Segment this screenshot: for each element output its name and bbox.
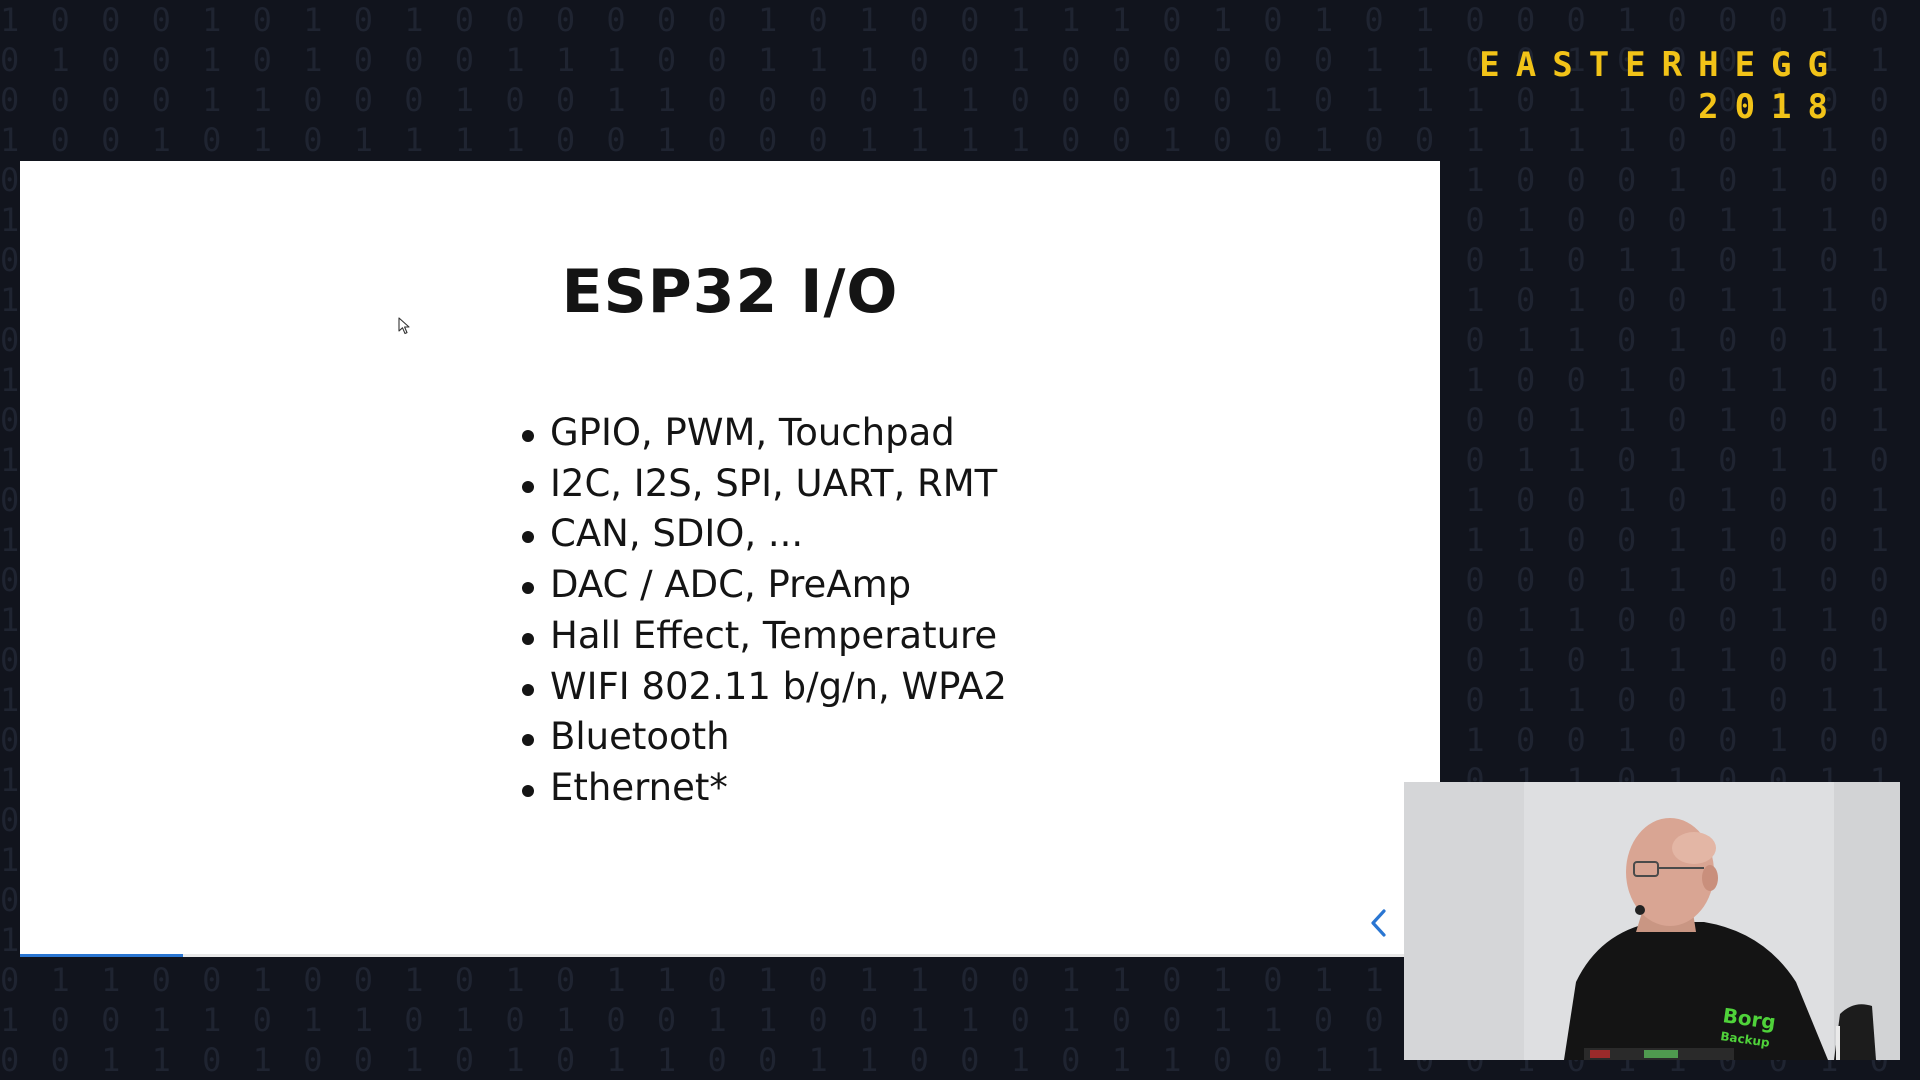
mouse-cursor-icon	[398, 317, 410, 335]
bullet-item: I2C, I2S, SPI, UART, RMT	[516, 459, 1007, 510]
video-frame: 1 0 0 0 1 0 1 0 1 0 0 0 0 0 0 1 0 1 0 0 …	[0, 0, 1920, 1080]
bullet-item: Bluetooth	[516, 712, 1007, 763]
bullet-item: DAC / ADC, PreAmp	[516, 560, 1007, 611]
bullet-list: GPIO, PWM, Touchpad I2C, I2S, SPI, UART,…	[516, 408, 1007, 814]
presentation-slide: ESP32 I/O GPIO, PWM, Touchpad I2C, I2S, …	[20, 161, 1440, 957]
event-year: 2018	[1698, 87, 1844, 127]
previous-slide-button[interactable]	[1362, 903, 1396, 943]
event-logo: EASTERHEGG 2018	[1479, 44, 1844, 128]
event-name: EASTERHEGG	[1479, 45, 1844, 85]
chevron-left-icon	[1371, 909, 1386, 937]
bullet-item: Ethernet*	[516, 763, 1007, 814]
bullet-item: WIFI 802.11 b/g/n, WPA2	[516, 662, 1007, 713]
bullet-item: Hall Effect, Temperature	[516, 611, 1007, 662]
bullet-item: CAN, SDIO, ...	[516, 509, 1007, 560]
speaker-camera-feed: Borg Backup	[1404, 782, 1900, 1060]
bullet-item: GPIO, PWM, Touchpad	[516, 408, 1007, 459]
slide-title: ESP32 I/O	[561, 257, 899, 327]
slide-progress-fill	[20, 954, 184, 957]
slide-progress-bar	[20, 954, 1440, 957]
speaker-figure: Borg Backup	[1404, 782, 1900, 1060]
